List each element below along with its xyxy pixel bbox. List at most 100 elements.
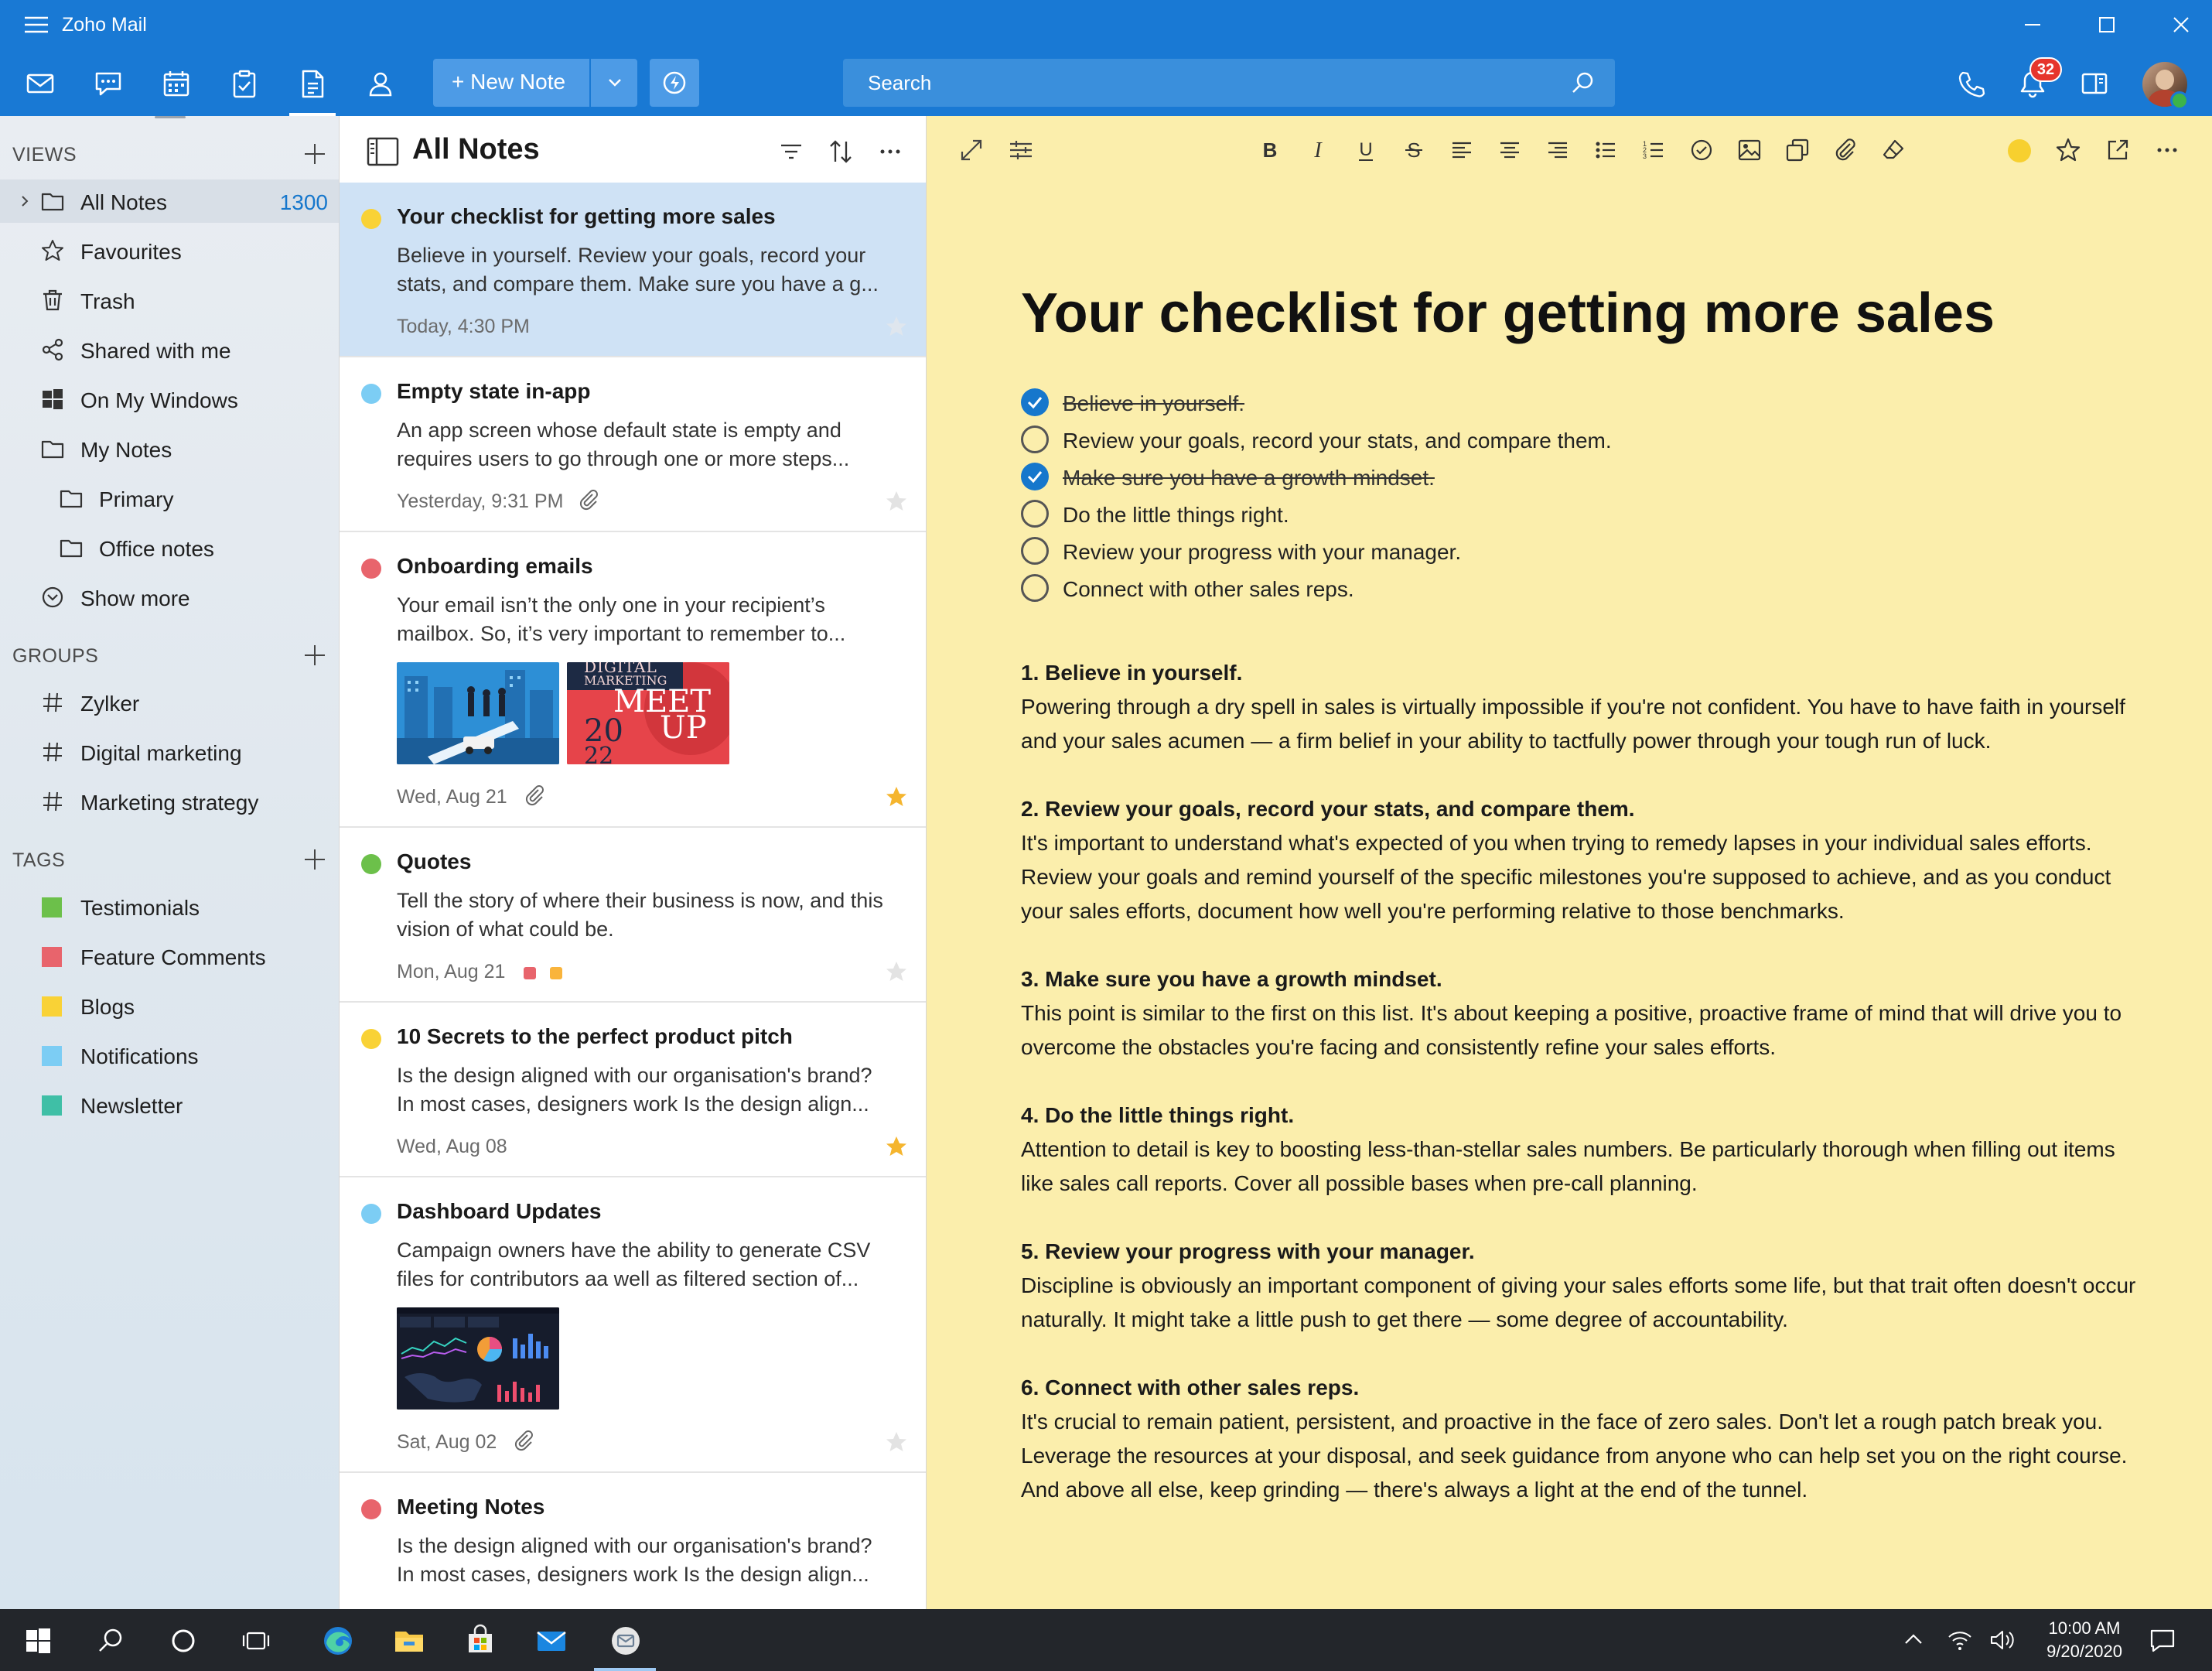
strikethrough-icon[interactable]: S bbox=[1400, 136, 1428, 164]
eraser-icon[interactable] bbox=[1879, 136, 1907, 164]
sidebar-item-trash[interactable]: Trash bbox=[0, 278, 339, 322]
note-card-product-pitch[interactable]: 10 Secrets to the perfect product pitch … bbox=[340, 1003, 926, 1177]
volume-icon[interactable] bbox=[1988, 1626, 2016, 1654]
thumbnail-dashboard-image[interactable] bbox=[397, 1307, 559, 1410]
note-section[interactable]: 4. Do the little things right. Attention… bbox=[1021, 1099, 2142, 1201]
insert-table-icon[interactable] bbox=[1784, 136, 1811, 164]
sidebar-item-feature-comments[interactable]: Feature Comments bbox=[0, 935, 339, 978]
checked-checkbox-icon[interactable] bbox=[1021, 388, 1049, 416]
hamburger-menu-icon[interactable] bbox=[23, 14, 49, 36]
chevron-right-icon[interactable] bbox=[17, 193, 32, 209]
expand-icon[interactable] bbox=[958, 136, 985, 164]
star-icon[interactable] bbox=[2054, 136, 2082, 164]
filter-icon[interactable] bbox=[777, 138, 805, 166]
unchecked-checkbox-icon[interactable] bbox=[1021, 425, 1049, 453]
add-group-icon[interactable] bbox=[302, 642, 328, 668]
sidebar-item-office-notes[interactable]: Office notes bbox=[0, 526, 339, 569]
chevron-up-icon[interactable] bbox=[1900, 1626, 1927, 1654]
note-section[interactable]: 3. Make sure you have a growth mindset. … bbox=[1021, 962, 2142, 1064]
note-card-checklist[interactable]: Your checklist for getting more sales Be… bbox=[340, 183, 926, 357]
star-icon[interactable] bbox=[884, 314, 909, 339]
search-input[interactable]: Search bbox=[843, 59, 1615, 107]
align-center-icon[interactable] bbox=[1496, 136, 1524, 164]
numbered-list-icon[interactable]: 123 bbox=[1640, 136, 1668, 164]
sidebar-item-my-notes[interactable]: My Notes bbox=[0, 427, 339, 470]
thumbnail-city-image[interactable] bbox=[397, 662, 559, 764]
attachment-icon[interactable] bbox=[1831, 136, 1859, 164]
chevron-down-icon[interactable] bbox=[605, 73, 625, 93]
sort-icon[interactable] bbox=[827, 138, 855, 166]
search-icon[interactable] bbox=[1570, 70, 1596, 96]
note-section[interactable]: 6. Connect with other sales reps. It's c… bbox=[1021, 1371, 2142, 1507]
sidebar-item-shared-with-me[interactable]: Shared with me bbox=[0, 328, 339, 371]
star-icon[interactable] bbox=[884, 489, 909, 514]
note-section[interactable]: 1. Believe in yourself. Powering through… bbox=[1021, 656, 2142, 758]
notes-icon[interactable] bbox=[295, 67, 329, 101]
open-external-icon[interactable] bbox=[2104, 136, 2132, 164]
star-icon[interactable] bbox=[884, 1134, 909, 1159]
unchecked-checkbox-icon[interactable] bbox=[1021, 500, 1049, 528]
note-card-dashboard-updates[interactable]: Dashboard Updates Campaign owners have t… bbox=[340, 1177, 926, 1473]
system-clock[interactable]: 10:00 AM 9/20/2020 bbox=[2026, 1617, 2142, 1663]
unchecked-checkbox-icon[interactable] bbox=[1021, 574, 1049, 602]
note-card-meeting-notes[interactable]: Meeting Notes Is the design aligned with… bbox=[340, 1473, 926, 1609]
contacts-icon[interactable] bbox=[364, 67, 398, 101]
close-icon[interactable] bbox=[2167, 11, 2195, 39]
underline-icon[interactable]: U bbox=[1352, 136, 1380, 164]
mail-icon[interactable] bbox=[23, 67, 57, 101]
sidebar-item-newsletter[interactable]: Newsletter bbox=[0, 1083, 339, 1126]
star-icon[interactable] bbox=[884, 1430, 909, 1454]
add-tag-icon[interactable] bbox=[302, 846, 328, 873]
minimize-icon[interactable] bbox=[2019, 11, 2046, 39]
bullet-list-icon[interactable] bbox=[1592, 136, 1620, 164]
notebook-icon[interactable] bbox=[366, 136, 400, 167]
mail-app-icon[interactable] bbox=[534, 1623, 569, 1659]
new-note-button[interactable]: + New Note bbox=[433, 59, 637, 107]
note-heading[interactable]: Your checklist for getting more sales bbox=[1021, 282, 1995, 345]
note-card-onboarding[interactable]: Onboarding emails Your email isn’t the o… bbox=[340, 532, 926, 828]
quick-action-button[interactable] bbox=[650, 59, 699, 107]
sidebar-item-blogs[interactable]: Blogs bbox=[0, 984, 339, 1027]
add-view-icon[interactable] bbox=[302, 141, 328, 167]
insert-image-icon[interactable] bbox=[1736, 136, 1763, 164]
zoho-mail-app-icon[interactable] bbox=[608, 1623, 643, 1659]
sidebar-item-on-my-windows[interactable]: On My Windows bbox=[0, 378, 339, 421]
note-section[interactable]: 2. Review your goals, record your stats,… bbox=[1021, 792, 2142, 928]
more-options-icon[interactable] bbox=[2153, 136, 2181, 164]
checked-checkbox-icon[interactable] bbox=[1021, 463, 1049, 490]
chat-icon[interactable] bbox=[91, 67, 125, 101]
sidebar-item-favourites[interactable]: Favourites bbox=[0, 229, 339, 272]
file-explorer-icon[interactable] bbox=[391, 1623, 427, 1659]
sidebar-item-notifications[interactable]: Notifications bbox=[0, 1034, 339, 1077]
windows-start-icon[interactable] bbox=[20, 1623, 56, 1659]
edge-browser-icon[interactable] bbox=[320, 1623, 356, 1659]
sidebar-item-primary[interactable]: Primary bbox=[0, 477, 339, 520]
calendar-icon[interactable] bbox=[159, 67, 193, 101]
sidebar-item-marketing-strategy[interactable]: Marketing strategy bbox=[0, 780, 339, 823]
star-icon[interactable] bbox=[884, 959, 909, 984]
note-color-picker[interactable] bbox=[2008, 139, 2031, 162]
sidebar-item-digital-marketing[interactable]: Digital marketing bbox=[0, 730, 339, 774]
maximize-icon[interactable] bbox=[2093, 11, 2121, 39]
format-settings-icon[interactable] bbox=[1007, 136, 1035, 164]
italic-icon[interactable]: I bbox=[1304, 136, 1332, 164]
cortana-icon[interactable] bbox=[166, 1623, 201, 1659]
action-center-icon[interactable] bbox=[2147, 1625, 2178, 1656]
phone-icon[interactable] bbox=[1954, 67, 1988, 101]
sidebar-item-show-more[interactable]: Show more bbox=[0, 576, 339, 619]
sidebar-item-testimonials[interactable]: Testimonials bbox=[0, 885, 339, 928]
note-card-empty-state[interactable]: Empty state in-app An app screen whose d… bbox=[340, 357, 926, 532]
note-card-quotes[interactable]: Quotes Tell the story of where their bus… bbox=[340, 828, 926, 1003]
sidebar-item-all-notes[interactable]: All Notes 1300 bbox=[0, 179, 339, 223]
align-left-icon[interactable] bbox=[1448, 136, 1476, 164]
sidebar-item-zylker[interactable]: Zylker bbox=[0, 681, 339, 724]
tasks-icon[interactable] bbox=[227, 67, 261, 101]
search-icon[interactable] bbox=[93, 1623, 128, 1659]
checklist-icon[interactable] bbox=[1688, 136, 1715, 164]
thumbnail-meetup-poster[interactable]: DIGITAL MARKETING MEET 20 UP 22 bbox=[567, 662, 729, 764]
star-icon[interactable] bbox=[884, 784, 909, 809]
note-section[interactable]: 5. Review your progress with your manage… bbox=[1021, 1235, 2142, 1337]
network-icon[interactable] bbox=[1946, 1626, 1974, 1654]
reading-pane-icon[interactable] bbox=[2077, 67, 2111, 101]
task-view-icon[interactable] bbox=[238, 1623, 274, 1659]
